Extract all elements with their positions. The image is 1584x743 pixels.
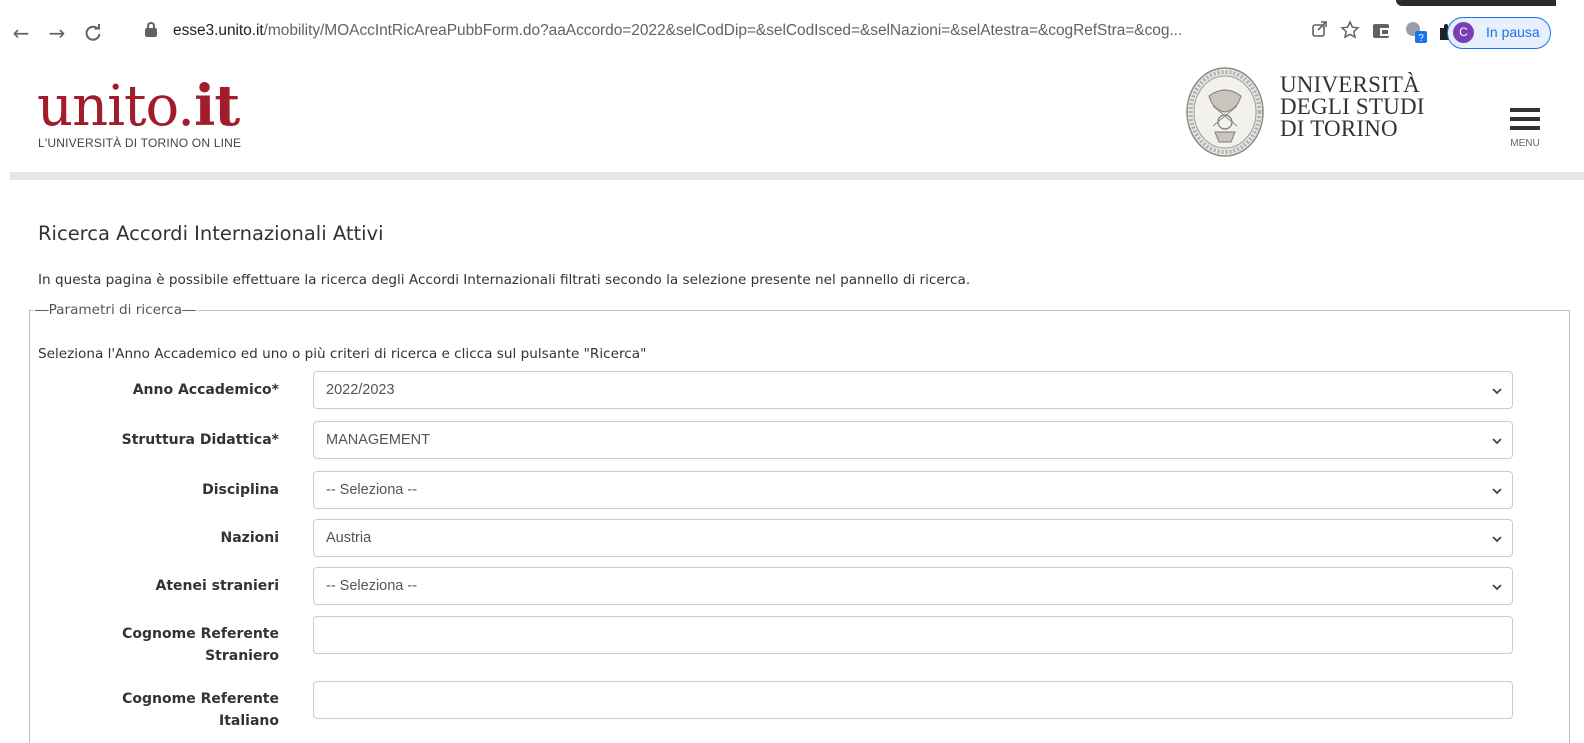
share-icon[interactable] [1308, 20, 1332, 44]
chevron-down-icon [1492, 438, 1502, 445]
avatar: C [1453, 22, 1474, 43]
nazioni-label: Nazioni [220, 530, 280, 546]
struttura-didattica-label: Struttura Didattica* [121, 432, 279, 448]
logo-part-2: to. [124, 74, 195, 139]
atenei-stranieri-select[interactable]: -- Seleziona -- [313, 567, 1513, 605]
hamburger-menu-icon-bar [1510, 126, 1540, 130]
site-logo[interactable]: unito.it [37, 73, 240, 139]
university-name-line-1: UNIVERSITÀ [1280, 72, 1420, 97]
page-intro: In questa pagina è possibile effettuare … [38, 272, 971, 288]
menu-button[interactable]: MENU [1508, 106, 1542, 156]
search-parameters-legend: ―Parametri di ricerca― [33, 302, 198, 318]
browser-toolbar: ← → esse3.unito.it/mobility/MOAccIntRicA… [0, 0, 1584, 66]
address-bar[interactable]: esse3.unito.it/mobility/MOAccIntRicAreaP… [133, 12, 1348, 52]
chevron-down-icon [1492, 488, 1502, 495]
page-title: Ricerca Accordi Internazionali Attivi [38, 222, 384, 245]
atenei-stranieri-value: -- Seleziona -- [326, 578, 418, 594]
nazioni-select[interactable]: Austria [313, 519, 1513, 557]
struttura-didattica-value: MANAGEMENT [326, 432, 430, 448]
logo-part-3: it [194, 73, 240, 139]
referente-italiano-label: Cognome Referente Italiano [122, 688, 279, 732]
header-divider [10, 172, 1584, 180]
extension-icon[interactable] [1370, 19, 1396, 45]
university-seal-icon [1185, 66, 1265, 157]
tab-strip [0, 0, 1584, 9]
reload-icon[interactable] [80, 20, 106, 46]
lock-icon[interactable] [145, 22, 157, 38]
chevron-down-icon [1492, 536, 1502, 543]
star-icon[interactable] [1338, 20, 1362, 44]
svg-text:?: ? [1418, 33, 1424, 44]
referente-straniero-label-line-1: Cognome Referente [122, 626, 279, 642]
struttura-didattica-select[interactable]: MANAGEMENT [313, 421, 1513, 459]
university-name: UNIVERSITÀ DEGLI STUDI DI TORINO [1280, 72, 1425, 141]
active-tab-edge [1396, 0, 1556, 6]
referente-italiano-input[interactable] [313, 681, 1513, 719]
disciplina-label: Disciplina [202, 482, 279, 498]
chevron-down-icon [1492, 584, 1502, 591]
forward-arrow-icon[interactable]: → [44, 20, 70, 46]
hamburger-menu-icon-bar [1510, 117, 1540, 121]
site-header: unito.it L'UNIVERSITÀ DI TORINO ON LINE … [0, 66, 1584, 172]
university-name-line-3: DI TORINO [1280, 116, 1398, 141]
anno-accademico-select[interactable]: 2022/2023 [313, 371, 1513, 409]
menu-label: MENU [1510, 138, 1540, 149]
disciplina-value: -- Seleziona -- [326, 482, 418, 498]
atenei-stranieri-label: Atenei stranieri [155, 578, 280, 594]
url-path: /mobility/MOAccIntRicAreaPubbForm.do?aaA… [263, 22, 1183, 39]
referente-straniero-input[interactable] [313, 616, 1513, 654]
anno-accademico-value: 2022/2023 [326, 382, 395, 398]
referente-straniero-label: Cognome Referente Straniero [122, 623, 279, 667]
disciplina-select[interactable]: -- Seleziona -- [313, 471, 1513, 509]
url-host: esse3.unito.it [173, 22, 264, 39]
logo-part-1: uni [37, 74, 125, 139]
nazioni-value: Austria [326, 530, 372, 546]
referente-straniero-label-line-2: Straniero [205, 648, 279, 664]
referente-italiano-label-line-2: Italiano [219, 713, 279, 729]
hamburger-menu-icon [1510, 108, 1540, 112]
university-name-line-2: DEGLI STUDI [1280, 94, 1425, 119]
profile-status: In pausa [1486, 24, 1540, 40]
profile-button[interactable]: C In pausa [1447, 17, 1551, 49]
extension-badge-icon[interactable]: ? [1403, 19, 1429, 45]
url-text[interactable]: esse3.unito.it/mobility/MOAccIntRicAreaP… [173, 22, 1182, 40]
back-arrow-icon[interactable]: ← [8, 20, 34, 46]
referente-italiano-label-line-1: Cognome Referente [122, 691, 279, 707]
search-instructions: Seleziona l'Anno Accademico ed uno o più… [38, 346, 647, 362]
site-tagline: L'UNIVERSITÀ DI TORINO ON LINE [38, 136, 242, 150]
chevron-down-icon [1492, 388, 1502, 395]
anno-accademico-label: Anno Accademico* [132, 382, 279, 398]
